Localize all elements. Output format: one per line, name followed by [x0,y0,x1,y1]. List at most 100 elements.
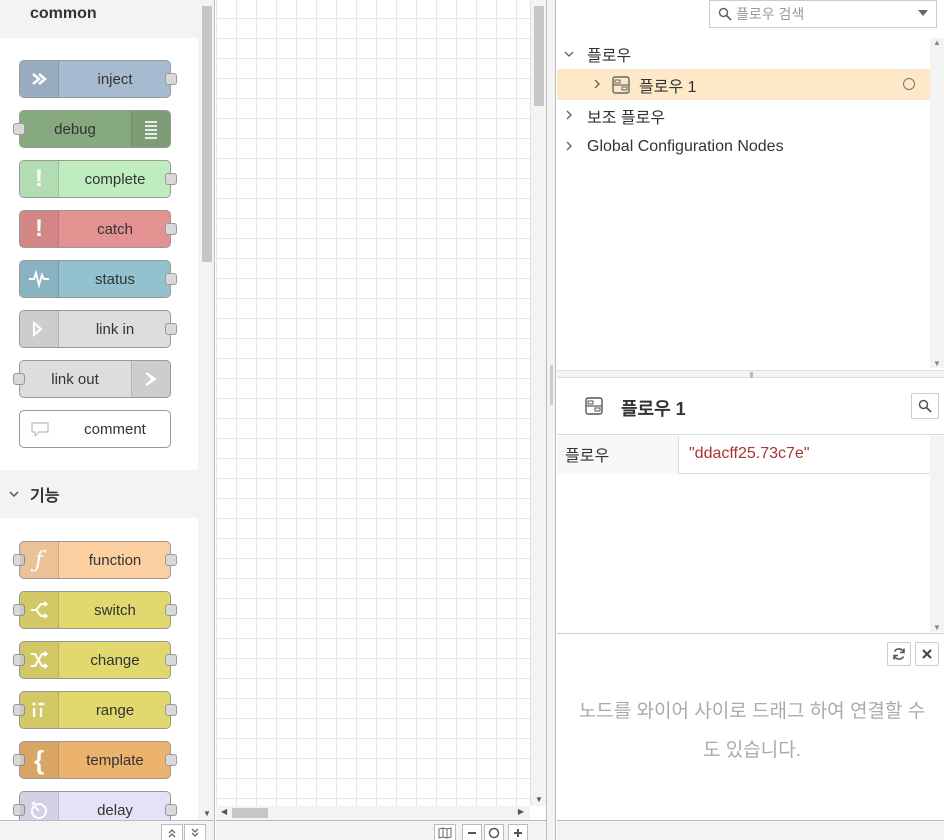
palette-category-header-function[interactable]: 기능 [0,470,198,518]
collapse-all-button[interactable] [161,824,183,840]
palette-node-function[interactable]: ƒ function [13,541,177,579]
node-label: switch [94,601,136,619]
pulse-icon [20,261,59,297]
tree-item-global-config[interactable]: Global Configuration Nodes [557,131,930,162]
output-port[interactable] [165,273,177,285]
sidebar-resize-handle[interactable] [546,0,556,840]
workspace-canvas[interactable] [216,0,530,806]
node-label: debug [54,120,96,138]
zoom-out-button[interactable] [462,824,482,840]
flow-search-input[interactable] [736,3,912,25]
chevron-right-icon[interactable] [561,139,577,154]
palette-node-comment[interactable]: comment [19,410,171,448]
zoom-in-button[interactable] [508,824,528,840]
output-port[interactable] [165,173,177,185]
scroll-right-arrow-icon[interactable]: ▶ [518,807,524,816]
scroll-down-arrow-icon[interactable]: ▼ [933,359,941,368]
chevron-down-icon[interactable] [561,46,577,61]
sidebar-split-handle[interactable] [557,370,944,378]
dropdown-caret-icon[interactable] [918,10,928,16]
palette-scrollbar[interactable]: ▼ [199,0,214,820]
palette-category-header-common[interactable]: common [0,0,198,38]
scrollbar-thumb[interactable] [534,6,544,106]
palette-node-switch[interactable]: switch [13,591,177,629]
scroll-down-arrow-icon[interactable]: ▼ [203,809,211,818]
tree-label: Global Configuration Nodes [587,137,784,155]
info-search-button[interactable] [911,393,939,419]
chevron-right-icon[interactable] [589,77,605,92]
link-out-icon [131,361,170,397]
tree-scrollbar[interactable]: ▲ ▼ [930,38,944,368]
search-icon [718,7,732,21]
property-value[interactable]: "ddacff25.73c7e" [689,445,810,463]
node-label: comment [84,420,146,438]
node-label: complete [84,170,146,188]
scrollbar-thumb[interactable] [202,6,212,262]
zoom-reset-icon [488,827,500,838]
flow-tree: 플로우 플로우 1 보조 플로우 Global Configuration No… [557,38,930,368]
palette-node-complete[interactable]: ! complete [19,160,177,198]
workspace-vertical-scrollbar[interactable]: ▼ [530,0,546,806]
refresh-icon [893,648,905,660]
navigator-button[interactable] [434,824,456,840]
output-port[interactable] [165,654,177,666]
zoom-reset-button[interactable] [484,824,504,840]
tree-item-flow-1[interactable]: 플로우 1 [557,69,930,100]
double-chevron-down-icon [191,828,199,837]
workspace-horizontal-scrollbar[interactable]: ◀ ▶ [216,806,530,820]
scrollbar-thumb[interactable] [232,808,268,818]
palette-node-link-out[interactable]: link out [13,360,171,398]
sidebar-footer [557,820,944,840]
scroll-up-arrow-icon[interactable]: ▲ [933,38,941,47]
output-port[interactable] [165,554,177,566]
node-label: change [90,651,140,669]
list-icon [131,111,170,147]
output-port[interactable] [165,73,177,85]
tree-label: 플로우 [587,47,632,65]
scroll-down-arrow-icon[interactable]: ▼ [535,795,543,804]
tips-panel: 노드를 와이어 사이로 드래그 하여 연결할 수도 있습니다. [557,633,944,820]
output-port[interactable] [165,223,177,235]
tree-item-subflows[interactable]: 보조 플로우 [557,100,930,131]
function-header-label: 기능 [30,488,60,505]
scroll-left-arrow-icon[interactable]: ◀ [221,807,227,816]
exclamation-icon: ! [20,161,59,197]
node-red-editor: common inject debug ! complete ! catch s… [0,0,944,840]
tree-item-flows[interactable]: 플로우 [557,38,930,69]
info-header: 플로우 1 [557,379,944,435]
node-label: inject [97,70,133,88]
output-port[interactable] [165,804,177,816]
resize-grip[interactable] [550,365,553,405]
tree-label: 보조 플로우 [587,109,666,127]
output-port[interactable] [165,704,177,716]
palette-node-catch[interactable]: ! catch [19,210,177,248]
function-icon: ƒ [20,542,59,578]
chevron-down-icon [8,487,20,501]
info-scrollbar[interactable]: ▼ [930,436,944,632]
flow-search-box[interactable] [709,0,937,28]
tree-label: 플로우 1 [639,78,697,96]
chevron-right-icon[interactable] [561,108,577,123]
output-port[interactable] [165,754,177,766]
shuffle-icon [20,642,59,678]
refresh-tip-button[interactable] [887,642,911,666]
palette-node-inject[interactable]: inject [19,60,177,98]
palette-category-function: ƒ function switch change range {templat… [0,518,198,829]
palette-node-link-in[interactable]: link in [19,310,177,348]
palette-node-debug[interactable]: debug [13,110,171,148]
palette-node-status[interactable]: status [19,260,177,298]
palette-node-change[interactable]: change [13,641,177,679]
output-port[interactable] [165,323,177,335]
minus-icon [468,831,476,834]
flow-status-circle-icon[interactable] [903,78,915,90]
output-port[interactable] [165,604,177,616]
close-tip-button[interactable] [915,642,939,666]
comment-icon [20,411,59,447]
resize-grip[interactable] [750,372,753,378]
palette-node-range[interactable]: range [13,691,177,729]
plus-icon [514,828,522,837]
expand-all-button[interactable] [184,824,206,840]
scroll-down-arrow-icon[interactable]: ▼ [933,623,941,632]
property-key: 플로우 [557,436,679,474]
palette-node-template[interactable]: { template [13,741,177,779]
